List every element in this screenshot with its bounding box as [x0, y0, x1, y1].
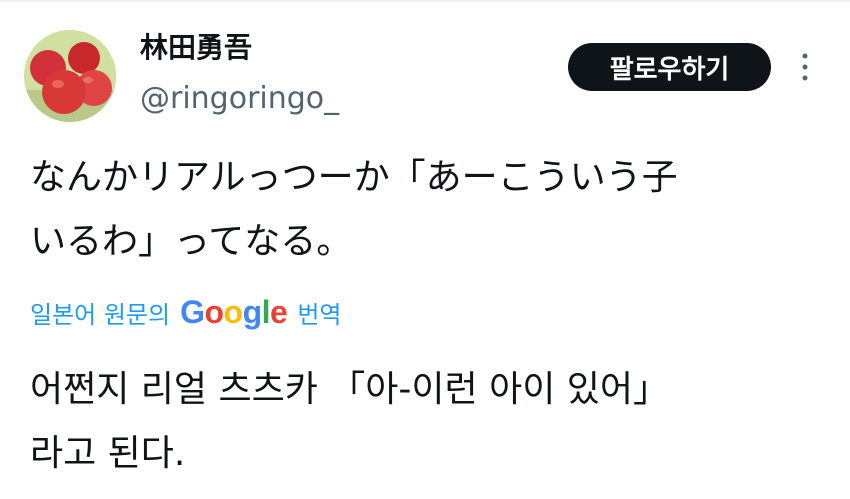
- avatar[interactable]: [24, 30, 116, 122]
- translate-attribution[interactable]: 일본어 원문의 Google 번역: [30, 290, 342, 334]
- follow-button[interactable]: 팔로우하기: [568, 43, 771, 91]
- tweet-text-line: なんかリアルっつーか「あーこういう子: [30, 157, 678, 198]
- top-divider: [0, 0, 850, 2]
- google-logo: Google: [180, 293, 288, 330]
- user-handle[interactable]: @ringoringo_: [140, 80, 339, 118]
- display-name[interactable]: 林田勇吾: [140, 30, 252, 66]
- tweet-text: なんかリアルっつーか「あーこういう子 いるわ」ってなる。: [30, 146, 820, 274]
- translated-text-line: 라고 된다.: [30, 433, 186, 474]
- tweet-text-line: いるわ」ってなる。: [30, 221, 353, 262]
- translated-text: 어쩐지 리얼 츠츠카 「아-이런 아이 있어」 라고 된다.: [30, 358, 820, 486]
- translate-suffix: 번역: [297, 300, 342, 329]
- translated-text-line: 어쩐지 리얼 츠츠카 「아-이런 아이 있어」: [30, 369, 670, 410]
- more-vertical-icon[interactable]: [796, 48, 814, 88]
- apple-photo-icon: [24, 30, 116, 122]
- translate-prefix: 일본어 원문의: [30, 300, 171, 329]
